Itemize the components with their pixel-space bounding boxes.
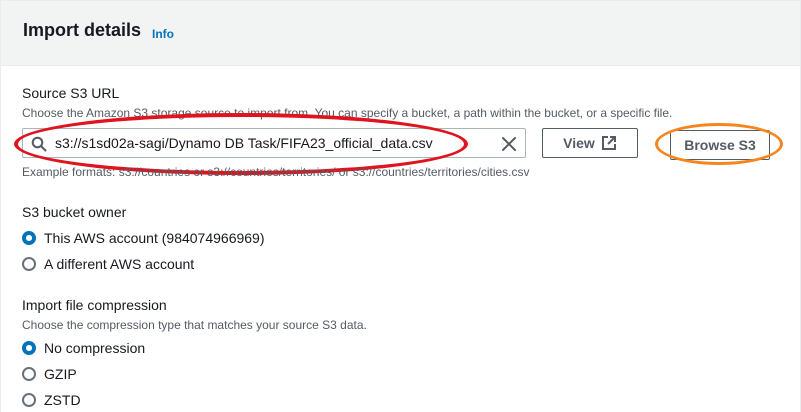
view-button-label: View [563, 135, 595, 151]
info-link[interactable]: Info [152, 27, 174, 41]
compression-description: Choose the compression type that matches… [22, 318, 367, 332]
external-link-icon [601, 136, 616, 150]
radio-label: GZIP [44, 366, 77, 382]
browse-s3-button-label: Browse S3 [684, 137, 756, 153]
source-s3-url-input[interactable]: s3://s1sd02a-sagi/Dynamo DB Task/FIFA23_… [22, 128, 526, 158]
example-formats-text: Example formats: s3://countries or s3://… [22, 165, 530, 179]
radio-label: ZSTD [44, 392, 81, 408]
panel-header: Import details Info [1, 1, 800, 66]
close-icon[interactable] [501, 136, 517, 152]
radio-zstd[interactable]: ZSTD [22, 390, 81, 410]
source-url-label: Source S3 URL [22, 85, 120, 101]
radio-different-aws-account[interactable]: A different AWS account [22, 254, 194, 274]
radio-button-checked[interactable] [22, 341, 36, 355]
radio-label: This AWS account (984074966969) [44, 230, 265, 246]
bucket-owner-label: S3 bucket owner [22, 204, 127, 220]
source-url-description: Choose the Amazon S3 storage source to i… [22, 106, 673, 120]
radio-label: A different AWS account [44, 256, 195, 272]
radio-button-checked[interactable] [22, 231, 36, 245]
panel-title: Import details [23, 20, 142, 40]
radio-this-aws-account[interactable]: This AWS account (984074966969) [22, 228, 265, 248]
search-icon [31, 136, 47, 152]
radio-no-compression[interactable]: No compression [22, 338, 145, 358]
radio-button[interactable] [22, 393, 36, 407]
radio-gzip[interactable]: GZIP [22, 364, 77, 384]
radio-button[interactable] [22, 257, 36, 271]
compression-label: Import file compression [22, 297, 167, 313]
radio-label: No compression [44, 340, 146, 356]
browse-s3-button[interactable]: Browse S3 [670, 130, 770, 160]
radio-button[interactable] [22, 367, 36, 381]
view-button[interactable]: View [542, 128, 638, 158]
source-s3-url-value: s3://s1sd02a-sagi/Dynamo DB Task/FIFA23_… [55, 135, 433, 151]
